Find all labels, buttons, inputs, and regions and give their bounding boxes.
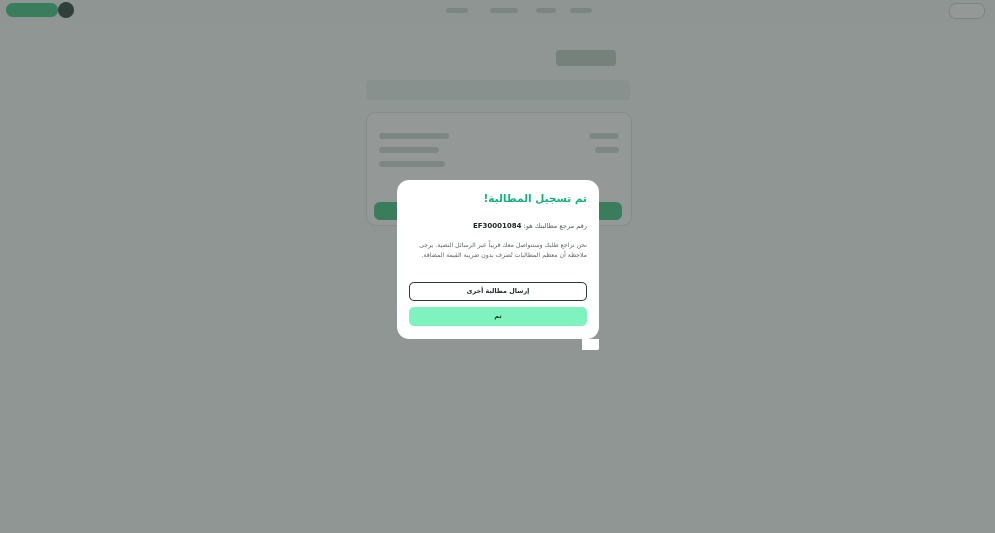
reference-number: EF30001084 xyxy=(472,222,522,230)
dialog-message: نحن نراجع طلبك وسنتواصل معك قريباً عبر ا… xyxy=(419,242,587,259)
done-button[interactable]: تم xyxy=(409,307,587,326)
submit-another-claim-button[interactable]: إرسال مطالبة أخرى xyxy=(409,282,587,301)
dialog-title: تم تسجيل المطالبة! xyxy=(483,193,587,205)
reference-line: رقم مرجع مطالبتك هو: EF30001084 xyxy=(409,222,587,231)
dialog-tail xyxy=(582,339,599,350)
reference-label: رقم مرجع مطالبتك هو: xyxy=(523,222,587,230)
claim-submitted-dialog: تم تسجيل المطالبة! رقم مرجع مطالبتك هو: … xyxy=(397,180,599,339)
